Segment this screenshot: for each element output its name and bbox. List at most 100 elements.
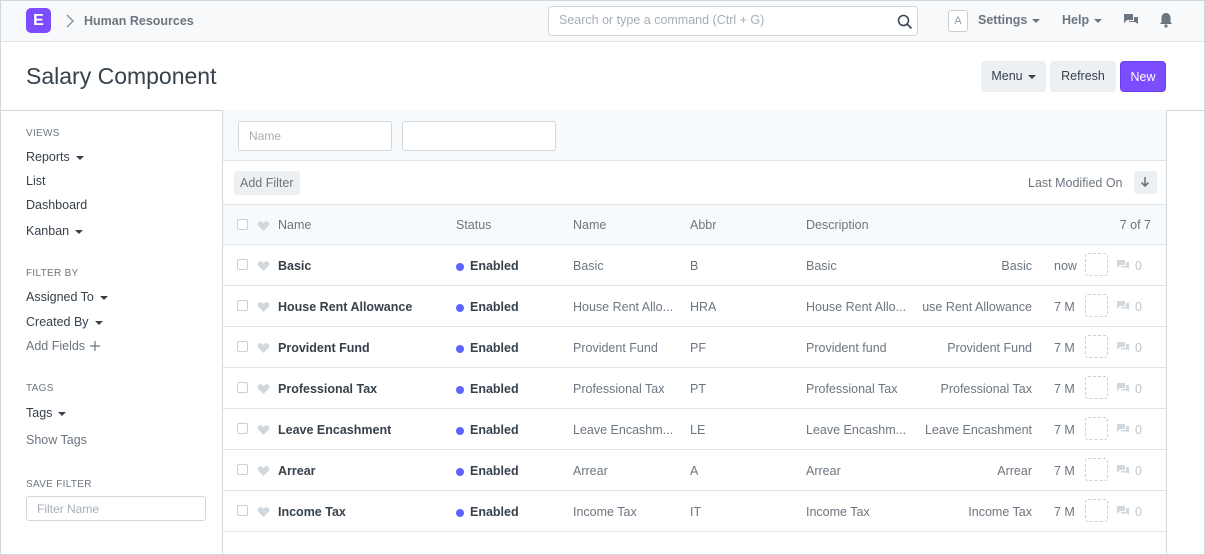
second-filter-input[interactable] [402,121,556,151]
avatar[interactable]: A [948,10,968,32]
status-label: Enabled [470,300,519,314]
menu-button[interactable]: Menu [981,61,1046,92]
list-row[interactable]: Professional Tax Enabled Professional Ta… [223,368,1166,409]
assign-avatar-placeholder[interactable] [1085,417,1108,440]
status-dot [456,304,464,312]
cell-description-extra: Income Tax [968,505,1032,519]
sort-selector[interactable]: Last Modified On [1028,176,1123,190]
heart-icon[interactable] [257,342,270,354]
sort-order-button[interactable] [1134,171,1157,194]
row-title-link[interactable]: Professional Tax [278,382,377,396]
list-row[interactable]: House Rent Allowance Enabled House Rent … [223,286,1166,327]
caret-down-icon [94,320,103,325]
show-tags-link[interactable]: Show Tags [26,433,87,447]
list-row[interactable]: Arrear Enabled Arrear A Arrear Arrear 7 … [223,450,1166,491]
cell-component-name: Basic [573,259,604,273]
menu-label: Menu [991,69,1023,83]
sidebar-item-created-by[interactable]: Created By [26,315,103,329]
cell-abbr: A [690,464,699,478]
help-dropdown[interactable]: Help [1062,13,1103,27]
sidebar-item-dashboard[interactable]: Dashboard [26,198,87,212]
cell-component-name: Professional Tax [573,382,665,396]
heart-icon[interactable] [257,506,270,518]
cell-component-name: Income Tax [573,505,637,519]
kanban-label: Kanban [26,224,70,238]
name-filter-input[interactable] [238,121,392,151]
status-label: Enabled [470,341,519,355]
views-label: VIEWS [26,128,60,139]
status-dot [456,345,464,353]
assign-avatar-placeholder[interactable] [1085,458,1108,481]
assign-avatar-placeholder[interactable] [1085,294,1108,317]
heart-icon[interactable] [257,383,270,395]
cell-abbr: B [690,259,699,273]
add-fields-link[interactable]: Add Fields [26,339,101,353]
list-row[interactable]: Basic Enabled Basic B Basic Basic now 0 [223,245,1166,286]
search-icon[interactable] [896,13,914,31]
search-bar[interactable] [548,6,918,36]
header-abbr: Abbr [690,218,717,232]
cell-description-extra: Basic [1001,259,1032,273]
sidebar-item-assigned-to[interactable]: Assigned To [26,290,108,304]
cell-component-name: Arrear [573,464,608,478]
row-title-link[interactable]: House Rent Allowance [278,300,412,314]
assign-avatar-placeholder[interactable] [1085,376,1108,399]
cell-modified: 7 M [1054,341,1075,355]
search-input[interactable] [559,13,879,27]
row-title-link[interactable]: Income Tax [278,505,346,519]
row-title-link[interactable]: Provident Fund [278,341,370,355]
comment-icon [1117,260,1129,269]
chevron-right-icon [66,14,75,28]
select-all-checkbox[interactable] [237,219,248,230]
cell-abbr: PT [690,382,706,396]
heart-icon[interactable] [257,424,270,436]
status-label: Enabled [470,259,519,273]
heart-icon[interactable] [257,465,270,477]
filter-name-input[interactable] [26,496,206,521]
status-indicator: Enabled [456,341,519,355]
page-title: Salary Component [26,63,217,89]
status-indicator: Enabled [456,300,519,314]
sidebar-item-reports[interactable]: Reports [26,150,84,164]
cell-abbr: HRA [690,300,717,314]
list-row[interactable]: Provident Fund Enabled Provident Fund PF… [223,327,1166,368]
assign-avatar-placeholder[interactable] [1085,335,1108,358]
list-row[interactable]: Income Tax Enabled Income Tax IT Income … [223,491,1166,532]
row-checkbox[interactable] [237,505,248,516]
status-label: Enabled [470,423,519,437]
comment-icon [1117,506,1129,515]
cell-description-extra: Provident Fund [947,341,1032,355]
sidebar-item-list[interactable]: List [26,174,45,188]
new-button[interactable]: New [1120,61,1166,92]
assign-avatar-placeholder[interactable] [1085,253,1108,276]
chat-icon[interactable] [1122,11,1140,29]
header-name: Name [278,218,312,232]
sidebar-item-kanban[interactable]: Kanban [26,224,84,238]
row-title-link[interactable]: Basic [278,259,311,273]
heart-icon[interactable] [257,260,270,272]
heart-icon[interactable] [257,220,270,232]
heart-icon[interactable] [257,301,270,313]
row-checkbox[interactable] [237,382,248,393]
settings-dropdown[interactable]: Settings [978,13,1041,27]
add-filter-button[interactable]: Add Filter [234,171,300,195]
assign-avatar-placeholder[interactable] [1085,499,1108,522]
row-title-link[interactable]: Arrear [278,464,316,478]
row-checkbox[interactable] [237,423,248,434]
add-fields-label: Add Fields [26,339,86,353]
list-row[interactable]: Leave Encashment Enabled Leave Encashm..… [223,409,1166,450]
sidebar-item-tags[interactable]: Tags [26,406,67,420]
refresh-button[interactable]: Refresh [1050,61,1116,92]
bell-icon[interactable] [1157,11,1175,29]
cell-modified: 7 M [1054,300,1075,314]
row-checkbox[interactable] [237,464,248,475]
app-logo[interactable]: E [26,8,51,33]
breadcrumb[interactable]: Human Resources [84,14,194,28]
row-checkbox[interactable] [237,259,248,270]
row-title-link[interactable]: Leave Encashment [278,423,391,437]
comment-count: 0 [1135,382,1142,396]
row-checkbox[interactable] [237,341,248,352]
cell-abbr: LE [690,423,706,437]
status-dot [456,509,464,517]
row-checkbox[interactable] [237,300,248,311]
